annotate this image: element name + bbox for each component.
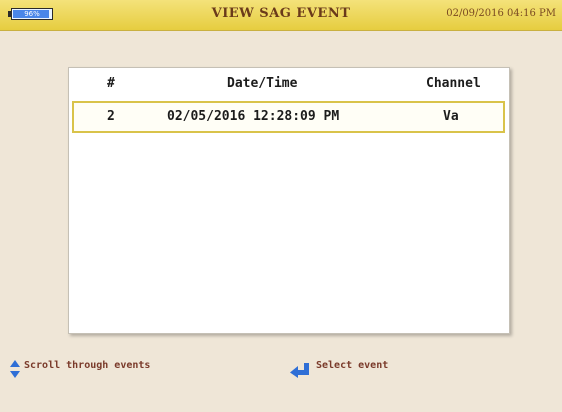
up-down-arrows-icon xyxy=(10,360,20,378)
row-datetime: 02/05/2016 12:28:09 PM xyxy=(167,109,340,124)
event-list-panel: # Date/Time Channel 2 02/05/2016 12:28:0… xyxy=(68,67,510,334)
datetime-display: 02/09/2016 04:16 PM xyxy=(446,8,556,19)
row-index: 2 xyxy=(107,109,115,124)
table-row[interactable]: 2 02/05/2016 12:28:09 PM Va xyxy=(72,101,505,133)
enter-key-icon xyxy=(290,363,309,378)
select-hint-label: Select event xyxy=(316,360,389,371)
column-header-index: # xyxy=(107,76,115,91)
title-bar: 96% VIEW SAG EVENT 02/09/2016 04:16 PM xyxy=(0,0,562,31)
column-header-channel: Channel xyxy=(426,76,481,91)
column-header-datetime: Date/Time xyxy=(227,76,298,91)
scroll-hint-label: Scroll through events xyxy=(24,360,151,371)
row-channel: Va xyxy=(443,109,459,124)
